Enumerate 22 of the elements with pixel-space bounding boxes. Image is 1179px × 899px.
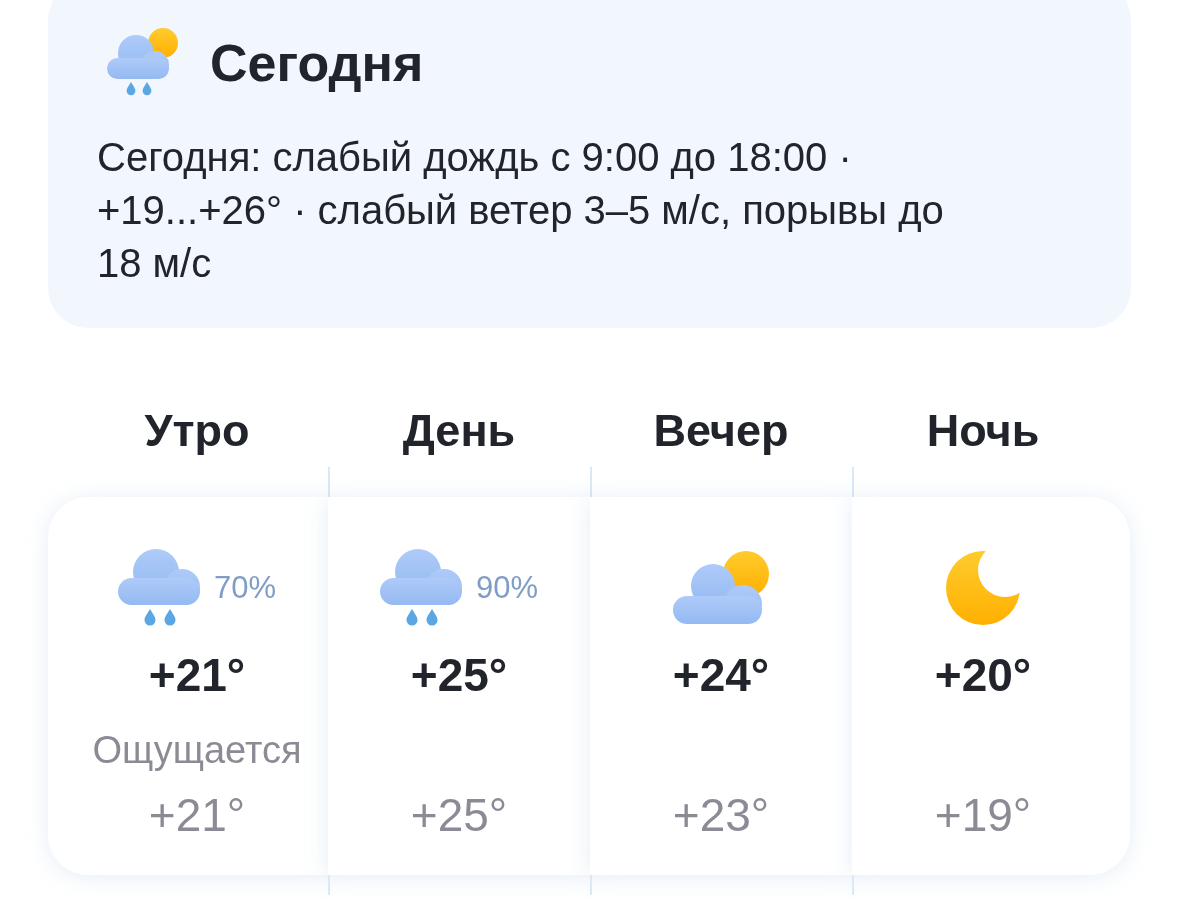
period-label: Ночь: [926, 404, 1040, 457]
moon-icon: [945, 550, 1021, 626]
weather-summary: Сегодня: слабый дождь с 9:00 до 18:00 · +19...+26° · слабый ветер 3–5 м/с, порывы до 18 м/с: [97, 134, 945, 287]
period-label: День: [402, 404, 516, 457]
temperature: +20°: [934, 648, 1032, 703]
temperature: +25°: [410, 648, 508, 703]
feels-like-temperature: +19°: [934, 788, 1032, 843]
period-label: Утро: [144, 404, 250, 457]
feels-like-temperature: +25°: [410, 788, 508, 843]
rain-cloud-icon: [117, 548, 202, 628]
feels-like-label: Ощущается: [92, 728, 302, 773]
rain-cloud-sun-icon: [107, 28, 179, 98]
section-title: Сегодня: [210, 33, 424, 93]
rain-cloud-icon: [379, 548, 464, 628]
feels-like-temperature: +21°: [148, 788, 246, 843]
precipitation-chance: 70%: [213, 570, 276, 606]
precipitation-chance: 90%: [475, 570, 538, 606]
feels-like-temperature: +23°: [672, 788, 770, 843]
temperature: +21°: [148, 648, 246, 703]
cloud-sun-icon: [672, 551, 770, 625]
temperature: +24°: [672, 648, 770, 703]
period-label: Вечер: [653, 404, 789, 457]
